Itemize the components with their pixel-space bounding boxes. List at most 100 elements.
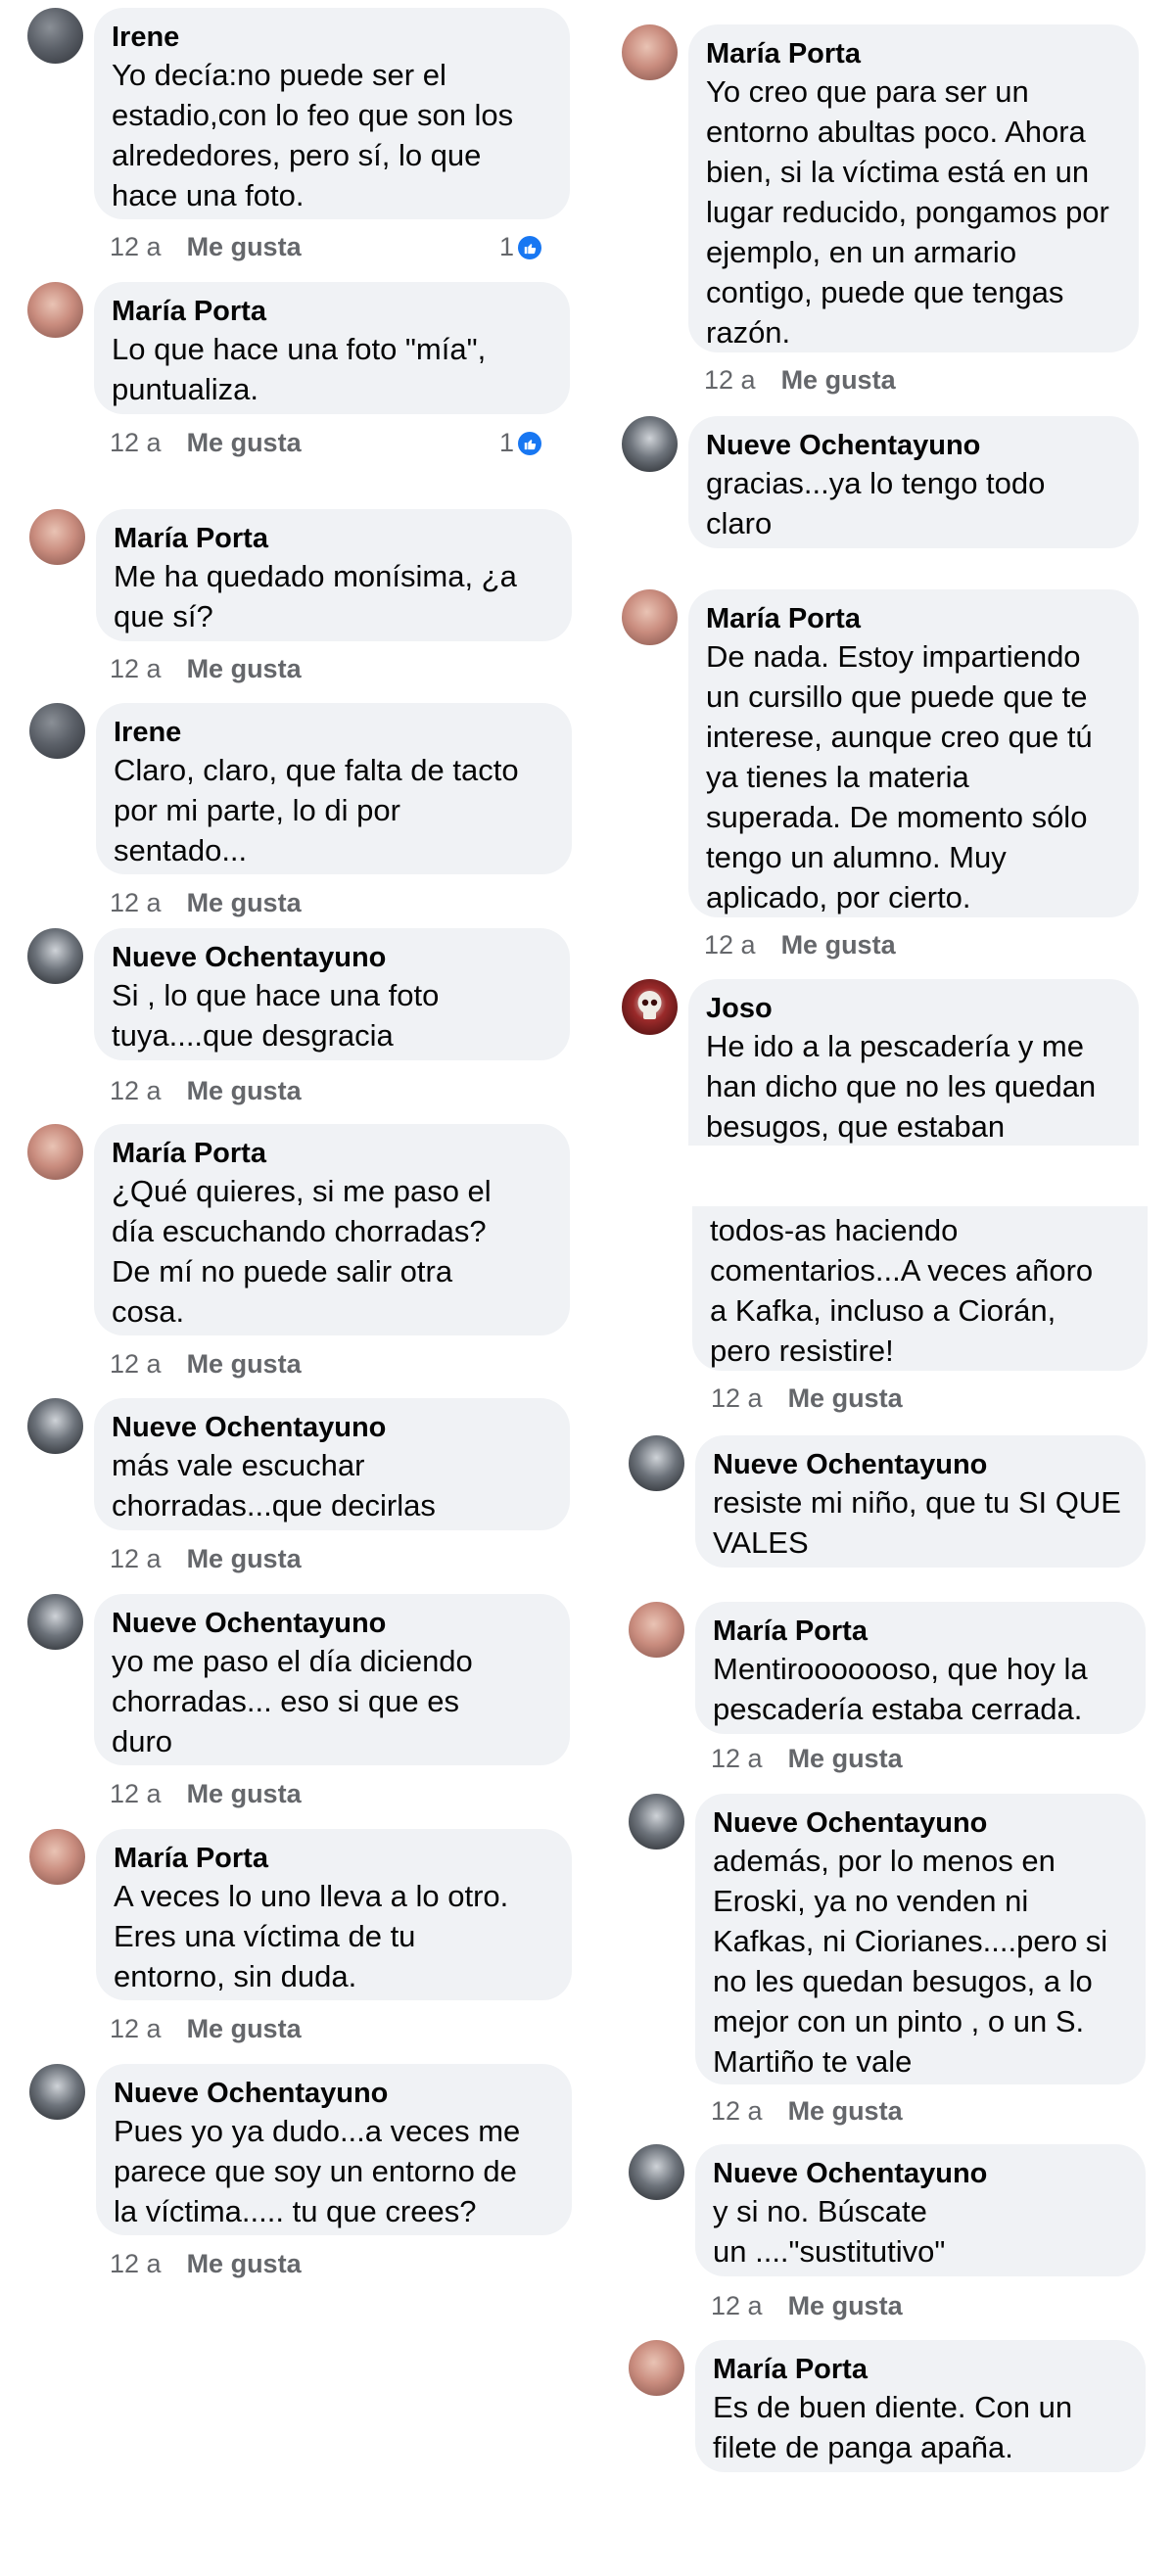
comment-time[interactable]: 12 a: [110, 428, 162, 457]
comment-bubble: Nueve Ochentayuno Pues yo ya dudo...a ve…: [96, 2064, 572, 2235]
avatar[interactable]: [29, 509, 85, 565]
comment-time[interactable]: 12 a: [711, 1744, 763, 1773]
avatar[interactable]: [629, 1794, 684, 1850]
reaction-count[interactable]: 1: [499, 232, 542, 262]
comment-author[interactable]: María Porta: [713, 2352, 1128, 2387]
comment-text: además, por lo menos en Eroski, ya no ve…: [713, 1844, 1108, 2079]
reaction-count[interactable]: 1: [499, 428, 542, 458]
comment-author[interactable]: Nueve Ochentayuno: [713, 1447, 1128, 1482]
like-button[interactable]: Me gusta: [187, 2249, 302, 2278]
avatar[interactable]: [629, 2340, 684, 2396]
comment-meta: 12 a Me gusta: [711, 2096, 903, 2127]
like-button[interactable]: Me gusta: [187, 428, 302, 457]
like-button[interactable]: Me gusta: [187, 1349, 302, 1379]
like-button[interactable]: Me gusta: [788, 1383, 903, 1413]
avatar[interactable]: [27, 1124, 83, 1180]
comment-bubble: Nueve Ochentayuno yo me paso el día dici…: [94, 1594, 570, 1765]
comment-bubble: María Porta De nada. Estoy impartiendo u…: [688, 589, 1139, 917]
comment-author[interactable]: Nueve Ochentayuno: [112, 940, 552, 975]
comment-meta: 12 a Me gusta: [110, 888, 302, 918]
comment-bubble: María Porta ¿Qué quieres, si me paso el …: [94, 1124, 570, 1335]
comment-text: Lo que hace una foto "mía", puntualiza.: [112, 332, 487, 406]
comment-bubble: Irene Yo decía:no puede ser el estadio,c…: [94, 8, 570, 219]
avatar[interactable]: [622, 979, 678, 1035]
comment-text: gracias...ya lo tengo todo claro: [706, 466, 1046, 540]
comment-author[interactable]: María Porta: [706, 36, 1121, 71]
avatar[interactable]: [629, 1435, 684, 1491]
comment-meta: 12 a Me gusta: [110, 2014, 302, 2044]
like-button[interactable]: Me gusta: [788, 2096, 903, 2126]
like-button[interactable]: Me gusta: [187, 1779, 302, 1808]
comment-time[interactable]: 12 a: [711, 2291, 763, 2320]
comment-time[interactable]: 12 a: [110, 2249, 162, 2278]
comment-time[interactable]: 12 a: [704, 930, 756, 960]
comment-text: ¿Qué quieres, si me paso el día escuchan…: [112, 1174, 492, 1329]
comment-author[interactable]: Nueve Ochentayuno: [713, 2156, 1128, 2191]
avatar[interactable]: [29, 703, 85, 759]
avatar[interactable]: [27, 928, 83, 984]
comment-author[interactable]: Irene: [114, 715, 554, 750]
comment-author[interactable]: Joso: [706, 991, 1121, 1026]
comment-text: más vale escuchar chorradas...que decirl…: [112, 1448, 436, 1522]
comment-text: resiste mi niño, que tu SI QUE VALES: [713, 1485, 1121, 1560]
comment-time[interactable]: 12 a: [110, 888, 162, 917]
avatar[interactable]: [622, 24, 678, 80]
comment-text: Es de buen diente. Con un filete de pang…: [713, 2390, 1073, 2464]
comment-text: Si , lo que hace una foto tuya....que de…: [112, 978, 440, 1053]
like-button[interactable]: Me gusta: [187, 1076, 302, 1105]
comment-author[interactable]: Nueve Ochentayuno: [706, 428, 1121, 463]
like-button[interactable]: Me gusta: [187, 888, 302, 917]
avatar[interactable]: [27, 8, 83, 64]
like-button[interactable]: Me gusta: [187, 1544, 302, 1573]
comment-meta: 12 a Me gusta: [704, 930, 896, 960]
comment-time[interactable]: 12 a: [110, 1779, 162, 1808]
avatar[interactable]: [629, 2144, 684, 2200]
thumbs-up-icon: [518, 235, 542, 259]
avatar[interactable]: [29, 2064, 85, 2120]
like-button[interactable]: Me gusta: [187, 2014, 302, 2043]
comment-author[interactable]: María Porta: [706, 601, 1121, 636]
comment-author[interactable]: María Porta: [114, 1841, 554, 1876]
avatar[interactable]: [27, 282, 83, 338]
comment-bubble: Joso He ido a la pescadería y me han dic…: [688, 979, 1139, 1146]
comment-author[interactable]: María Porta: [112, 294, 552, 329]
avatar[interactable]: [622, 589, 678, 645]
comment-author[interactable]: Nueve Ochentayuno: [112, 1606, 552, 1641]
comment-time[interactable]: 12 a: [110, 1349, 162, 1379]
comment-author[interactable]: María Porta: [112, 1136, 552, 1171]
comment-meta: 12 a Me gusta: [704, 365, 896, 396]
comment-author[interactable]: Nueve Ochentayuno: [112, 1410, 552, 1445]
comment-time[interactable]: 12 a: [110, 2014, 162, 2043]
avatar[interactable]: [629, 1602, 684, 1658]
comment-author[interactable]: Nueve Ochentayuno: [713, 1805, 1128, 1841]
comment-meta: 12 a Me gusta: [711, 2291, 903, 2321]
comment-bubble: María Porta Yo creo que para ser un ento…: [688, 24, 1139, 352]
avatar[interactable]: [27, 1594, 83, 1650]
comment-bubble: Nueve Ochentayuno y si no. Búscate un ..…: [695, 2144, 1146, 2276]
comment-time[interactable]: 12 a: [110, 1076, 162, 1105]
comment-bubble: Nueve Ochentayuno además, por lo menos e…: [695, 1794, 1146, 2084]
comment-time[interactable]: 12 a: [110, 232, 162, 261]
comment-time[interactable]: 12 a: [110, 654, 162, 683]
comment-bubble: Irene Claro, claro, que falta de tacto p…: [96, 703, 572, 874]
comment-time[interactable]: 12 a: [711, 1383, 763, 1413]
comment-text: Pues yo ya dudo...a veces me parece que …: [114, 2114, 521, 2228]
like-button[interactable]: Me gusta: [187, 654, 302, 683]
like-button[interactable]: Me gusta: [788, 2291, 903, 2320]
comment-author[interactable]: María Porta: [713, 1614, 1128, 1649]
comment-time[interactable]: 12 a: [110, 1544, 162, 1573]
comment-time[interactable]: 12 a: [711, 2096, 763, 2126]
comment-text: He ido a la pescadería y me han dicho qu…: [706, 1029, 1097, 1144]
avatar[interactable]: [622, 416, 678, 472]
comment-author[interactable]: María Porta: [114, 521, 554, 556]
like-button[interactable]: Me gusta: [187, 232, 302, 261]
like-button[interactable]: Me gusta: [781, 365, 896, 395]
like-button[interactable]: Me gusta: [788, 1744, 903, 1773]
avatar[interactable]: [29, 1829, 85, 1885]
like-button[interactable]: Me gusta: [781, 930, 896, 960]
comment-author[interactable]: Nueve Ochentayuno: [114, 2076, 554, 2111]
comment-author[interactable]: Irene: [112, 20, 552, 55]
comment-text: Yo creo que para ser un entorno abultas …: [706, 74, 1109, 350]
avatar[interactable]: [27, 1398, 83, 1454]
comment-time[interactable]: 12 a: [704, 365, 756, 395]
